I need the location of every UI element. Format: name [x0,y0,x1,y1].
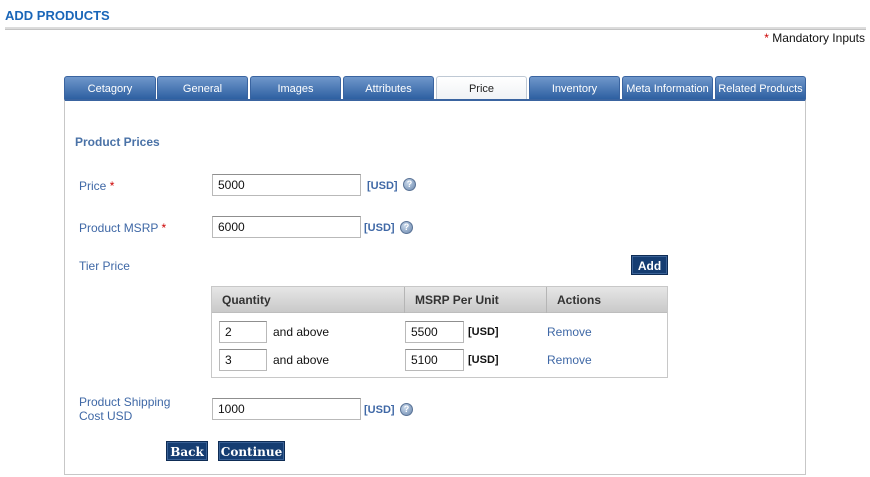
msrp-currency: [USD] [364,222,395,234]
price-currency: [USD] [367,180,398,192]
title-divider [5,27,866,30]
msrp-help-icon[interactable]: ? [400,221,413,234]
price-required-mark: * [109,179,115,193]
mandatory-star: * [764,31,769,45]
tier-currency: [USD] [468,326,499,338]
mandatory-note: * Mandatory Inputs [764,31,865,45]
tier-quantity-input[interactable] [219,321,267,343]
msrp-label-text: Product MSRP [79,221,159,235]
add-tier-button[interactable]: Add [631,255,668,275]
tab-images[interactable]: Images [250,76,341,100]
tab-general[interactable]: General [157,76,248,100]
tier-price-table: Quantity MSRP Per Unit Actions and above… [211,286,668,378]
mandatory-text: Mandatory Inputs [772,31,865,45]
tab-inventory[interactable]: Inventory [529,76,620,100]
tier-price-label: Tier Price [79,259,130,273]
price-input[interactable] [212,174,361,196]
tier-remove-link[interactable]: Remove [547,325,592,339]
section-title: Product Prices [75,135,160,149]
shipping-label-line2: Cost USD [79,409,133,423]
shipping-cost-input[interactable] [212,398,361,420]
page-title: ADD PRODUCTS [5,8,110,23]
tier-msrp-input[interactable] [405,321,464,343]
msrp-label: Product MSRP * [79,221,166,235]
column-header-msrp-per-unit: MSRP Per Unit [415,293,499,307]
shipping-help-icon[interactable]: ? [400,403,413,416]
msrp-input[interactable] [212,216,361,238]
tier-msrp-input[interactable] [405,349,464,371]
shipping-currency: [USD] [364,404,395,416]
msrp-required-mark: * [161,221,167,235]
tier-table-header: Quantity MSRP Per Unit Actions [212,287,667,313]
tier-quantity-suffix: and above [273,325,330,339]
column-header-actions: Actions [557,293,602,307]
price-label-text: Price [79,179,107,193]
tier-currency: [USD] [468,354,499,366]
tier-quantity-input[interactable] [219,349,267,371]
shipping-cost-label: Product Shipping Cost USD [79,395,170,423]
tab-meta-information[interactable]: Meta Information [622,76,713,100]
tab-category[interactable]: Cetagory [64,76,156,100]
tab-attributes[interactable]: Attributes [343,76,434,100]
tab-related-products[interactable]: Related Products [715,76,806,100]
tier-quantity-suffix: and above [273,353,330,367]
price-label: Price * [79,179,114,193]
shipping-label-line1: Product Shipping [79,395,171,409]
tab-price[interactable]: Price [436,76,527,101]
column-header-quantity: Quantity [222,293,271,307]
continue-button[interactable]: Continue [218,441,285,461]
tier-remove-link[interactable]: Remove [547,353,592,367]
back-button[interactable]: Back [166,441,208,461]
price-help-icon[interactable]: ? [403,178,416,191]
